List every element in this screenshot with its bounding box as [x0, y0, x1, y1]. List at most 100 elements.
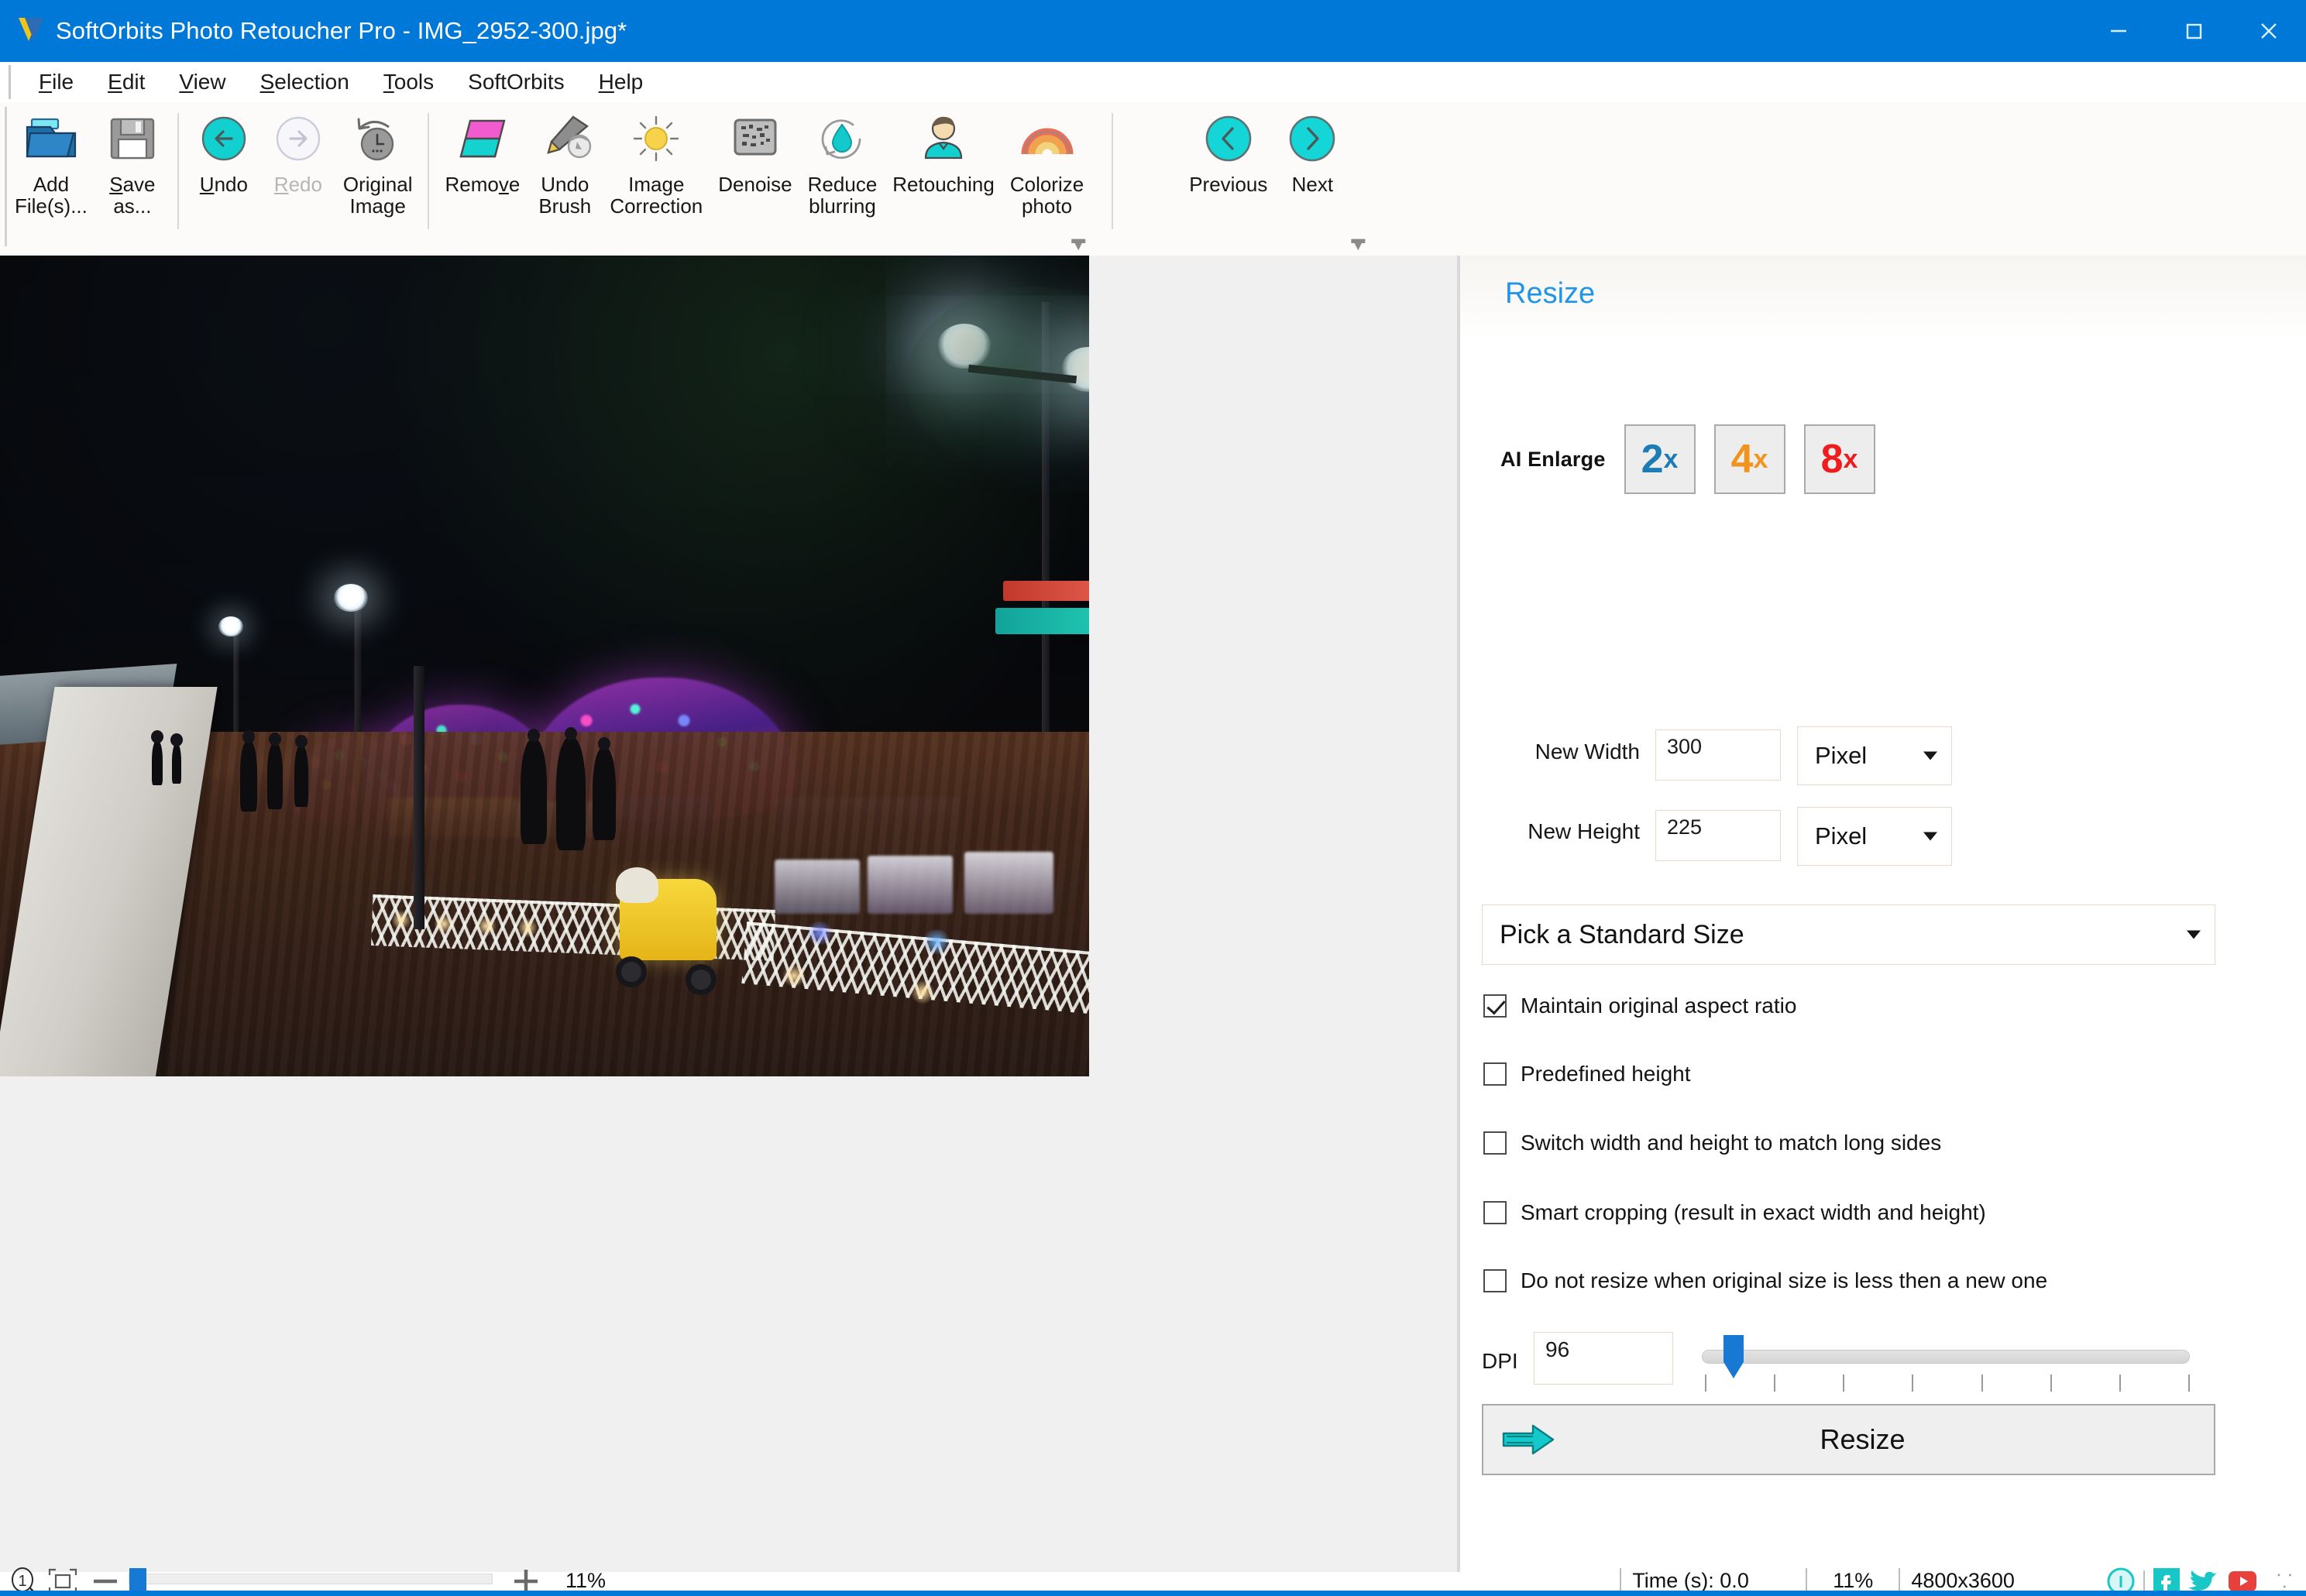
- checkbox-switch-width-height[interactable]: Switch width and height to match long si…: [1483, 1131, 1941, 1155]
- toolbar-separator: [177, 113, 179, 229]
- chevron-right-circle-icon: [1286, 108, 1339, 169]
- add-files-button[interactable]: Add File(s)...: [7, 102, 95, 217]
- save-as-label: Save as...: [109, 173, 156, 218]
- ai-2x-suffix: x: [1663, 444, 1679, 474]
- checkbox-predefined-height[interactable]: Predefined height: [1483, 1062, 1691, 1086]
- window-title: SoftOrbits Photo Retoucher Pro - IMG_295…: [56, 17, 627, 44]
- panel-title: Resize: [1505, 277, 1596, 310]
- zoom-slider-thumb[interactable]: [129, 1568, 146, 1591]
- dpi-slider-thumb[interactable]: [1723, 1335, 1744, 1378]
- right-arrow-icon: [1499, 1419, 1558, 1460]
- redo-label: Redo: [273, 173, 322, 196]
- checkbox-label: Switch width and height to match long si…: [1521, 1131, 1942, 1155]
- menu-help[interactable]: Help: [582, 68, 661, 96]
- colorize-photo-button[interactable]: Colorize photo: [1002, 102, 1091, 217]
- zoom-percent: 11%: [565, 1569, 607, 1592]
- checkbox-box[interactable]: [1483, 1131, 1507, 1155]
- next-button[interactable]: Next: [1275, 102, 1349, 195]
- new-width-label: New Width: [1534, 740, 1640, 764]
- original-image-label: Original Image: [342, 173, 413, 218]
- ai-8x-suffix: x: [1843, 444, 1858, 474]
- menu-tools[interactable]: Tools: [366, 68, 451, 96]
- undo-button[interactable]: Undo: [187, 102, 261, 195]
- checkbox-box[interactable]: [1483, 994, 1507, 1018]
- resize-button[interactable]: Resize: [1482, 1404, 2215, 1475]
- toolbar-group-tools: Remove Undo Brush Image Correction Denoi…: [437, 102, 1091, 256]
- toolbar-overflow-icon-2[interactable]: ▬ ▼: [1351, 232, 1365, 252]
- checkbox-box[interactable]: [1483, 1269, 1507, 1292]
- checkbox-label: Smart cropping (result in exact width an…: [1521, 1200, 1986, 1224]
- minimize-button[interactable]: [2081, 0, 2156, 62]
- resize-button-label: Resize: [1820, 1423, 1906, 1455]
- checkbox-box[interactable]: [1483, 1201, 1507, 1224]
- zoom-percent-right: 11%: [1833, 1569, 1874, 1592]
- next-label: Next: [1291, 173, 1334, 196]
- previous-label: Previous: [1189, 173, 1268, 196]
- remove-button[interactable]: Remove: [437, 102, 528, 195]
- toolbar-separator: [1112, 113, 1114, 229]
- close-button[interactable]: [2231, 0, 2306, 62]
- maximize-button[interactable]: [2156, 0, 2231, 62]
- clock-revert-icon: [352, 108, 404, 169]
- dpi-slider-ticks: [1705, 1375, 2190, 1392]
- menu-file[interactable]: FFileile: [22, 68, 91, 96]
- previous-button[interactable]: Previous: [1181, 102, 1275, 195]
- menu-selection[interactable]: Selection: [243, 68, 366, 96]
- redo-arrow-icon: [273, 108, 323, 169]
- toolbar-group-history: Undo Redo Original Image: [187, 102, 421, 256]
- new-width-unit-value: Pixel: [1815, 742, 1868, 769]
- undo-arrow-icon: [199, 108, 249, 169]
- zoom-out-icon[interactable]: [90, 1573, 121, 1590]
- ai-4x-suffix: x: [1753, 444, 1768, 474]
- remove-label: Remove: [445, 173, 521, 196]
- checkbox-smart-cropping[interactable]: Smart cropping (result in exact width an…: [1483, 1200, 1986, 1225]
- night-promenade-photo[interactable]: [0, 256, 1089, 1076]
- ai-enlarge-4x-button[interactable]: 4x: [1713, 424, 1785, 494]
- ai-enlarge-label: AI Enlarge: [1500, 447, 1606, 471]
- standard-size-select[interactable]: Pick a Standard Size: [1482, 904, 2215, 965]
- new-height-input[interactable]: 225: [1655, 810, 1781, 861]
- brush-icon: [536, 108, 593, 169]
- image-correction-label: Image Correction: [610, 173, 703, 218]
- image-correction-button[interactable]: Image Correction: [602, 102, 710, 217]
- toolbar-group-navigation: Previous Next ▬ ▼: [1181, 102, 1365, 256]
- undo-label: Undo: [199, 173, 248, 196]
- reduce-blurring-button[interactable]: Reduce blurring: [800, 102, 885, 217]
- checkbox-no-resize-when-smaller[interactable]: Do not resize when original size is less…: [1483, 1268, 2047, 1293]
- checkbox-box[interactable]: [1483, 1062, 1507, 1086]
- ai-enlarge-8x-button[interactable]: 8x: [1803, 424, 1875, 494]
- checkbox-label: Predefined height: [1521, 1062, 1691, 1086]
- menu-edit[interactable]: Edit: [91, 68, 162, 96]
- denoise-button[interactable]: Denoise: [710, 102, 799, 195]
- menu-softorbits[interactable]: SoftOrbits: [451, 68, 581, 96]
- dpi-slider-track[interactable]: [1702, 1350, 2190, 1364]
- denoise-label: Denoise: [718, 173, 792, 196]
- menu-view[interactable]: View: [162, 68, 242, 96]
- checkbox-label: Maintain original aspect ratio: [1521, 994, 1797, 1018]
- original-image-button[interactable]: Original Image: [335, 102, 421, 217]
- undo-brush-button[interactable]: Undo Brush: [528, 102, 602, 217]
- new-width-input[interactable]: 300: [1655, 729, 1781, 781]
- checkbox-maintain-aspect-ratio[interactable]: Maintain original aspect ratio: [1483, 994, 1796, 1018]
- rainbow-icon: [1019, 108, 1076, 169]
- chevron-left-circle-icon: [1202, 108, 1255, 169]
- title-bar: SoftOrbits Photo Retoucher Pro - IMG_295…: [0, 0, 2306, 62]
- dpi-label: DPI: [1482, 1349, 1518, 1373]
- add-files-label: Add File(s)...: [15, 173, 88, 218]
- retouching-button[interactable]: Retouching: [885, 102, 1002, 195]
- toolbar-overflow-icon[interactable]: ▬ ▼: [1071, 232, 1085, 252]
- new-width-unit-select[interactable]: Pixel: [1797, 726, 1952, 785]
- ai-2x-value: 2: [1641, 437, 1664, 482]
- sun-icon: [629, 108, 683, 169]
- dpi-input[interactable]: 96: [1534, 1332, 1673, 1385]
- save-as-button[interactable]: Save as...: [95, 102, 170, 217]
- canvas-area[interactable]: [0, 256, 1457, 1572]
- new-height-label: New Height: [1528, 819, 1640, 843]
- menu-drag-grip[interactable]: [9, 65, 11, 99]
- zoom-slider-track[interactable]: [129, 1568, 493, 1591]
- zoom-slider[interactable]: [129, 1568, 493, 1591]
- time-label: Time (s): 0.0: [1632, 1569, 1749, 1592]
- new-height-unit-select[interactable]: Pixel: [1797, 807, 1952, 866]
- ai-enlarge-2x-button[interactable]: 2x: [1624, 424, 1696, 494]
- image-dimensions: 4800x3600: [1911, 1569, 2015, 1592]
